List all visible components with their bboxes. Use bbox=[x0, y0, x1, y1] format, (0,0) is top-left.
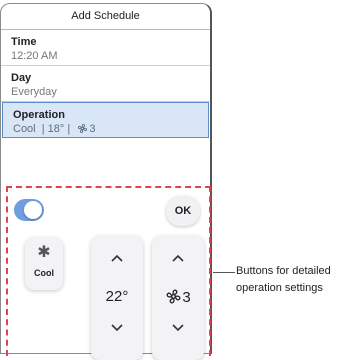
schedule-toggle[interactable] bbox=[14, 199, 44, 221]
day-label: Day bbox=[11, 72, 32, 84]
operation-temp: 18° bbox=[47, 123, 65, 135]
separator: | bbox=[64, 123, 74, 135]
annotation-line-1: Buttons for detailed bbox=[236, 265, 331, 277]
chevron-up-icon bbox=[152, 254, 204, 262]
temperature-control: 22° bbox=[91, 236, 143, 360]
fan-up-button[interactable] bbox=[152, 254, 204, 262]
fan-speed-display: 3 bbox=[152, 288, 204, 309]
day-row[interactable]: Day Everyday bbox=[1, 66, 210, 102]
mode-button[interactable]: ✱ Cool bbox=[25, 238, 63, 290]
time-label: Time bbox=[11, 36, 37, 48]
mode-label: Cool bbox=[34, 268, 54, 278]
annotation-leader-line bbox=[213, 272, 235, 273]
chevron-down-icon bbox=[152, 324, 204, 332]
chevron-up-icon bbox=[91, 254, 143, 262]
time-value: 12:20 AM bbox=[11, 50, 58, 62]
ok-button[interactable]: OK bbox=[166, 196, 200, 226]
operation-row[interactable]: Operation Cool | 18° | 3 bbox=[2, 102, 209, 138]
temp-down-button[interactable] bbox=[91, 324, 143, 332]
operation-fan-speed: 3 bbox=[89, 123, 96, 135]
snowflake-icon: ✱ bbox=[37, 244, 51, 261]
toggle-knob bbox=[24, 201, 42, 219]
annotation-text: Buttons for detailed operation settings bbox=[236, 263, 331, 297]
operation-mode: Cool bbox=[13, 123, 36, 135]
fan-speed-control: 3 bbox=[152, 236, 204, 360]
temp-up-button[interactable] bbox=[91, 254, 143, 262]
chevron-down-icon bbox=[91, 324, 143, 332]
fan-speed-value: 3 bbox=[182, 289, 191, 306]
fan-down-button[interactable] bbox=[152, 324, 204, 332]
fan-icon bbox=[165, 288, 182, 309]
day-value: Everyday bbox=[11, 86, 57, 98]
operation-label: Operation bbox=[13, 109, 65, 121]
temperature-value: 22° bbox=[105, 288, 129, 305]
annotation-line-2: operation settings bbox=[236, 282, 323, 294]
dialog-title: Add Schedule bbox=[1, 4, 210, 30]
fan-icon bbox=[77, 123, 88, 138]
time-row[interactable]: Time 12:20 AM bbox=[1, 30, 210, 66]
separator: | bbox=[38, 123, 48, 135]
operation-value: Cool | 18° | 3 bbox=[13, 123, 208, 138]
